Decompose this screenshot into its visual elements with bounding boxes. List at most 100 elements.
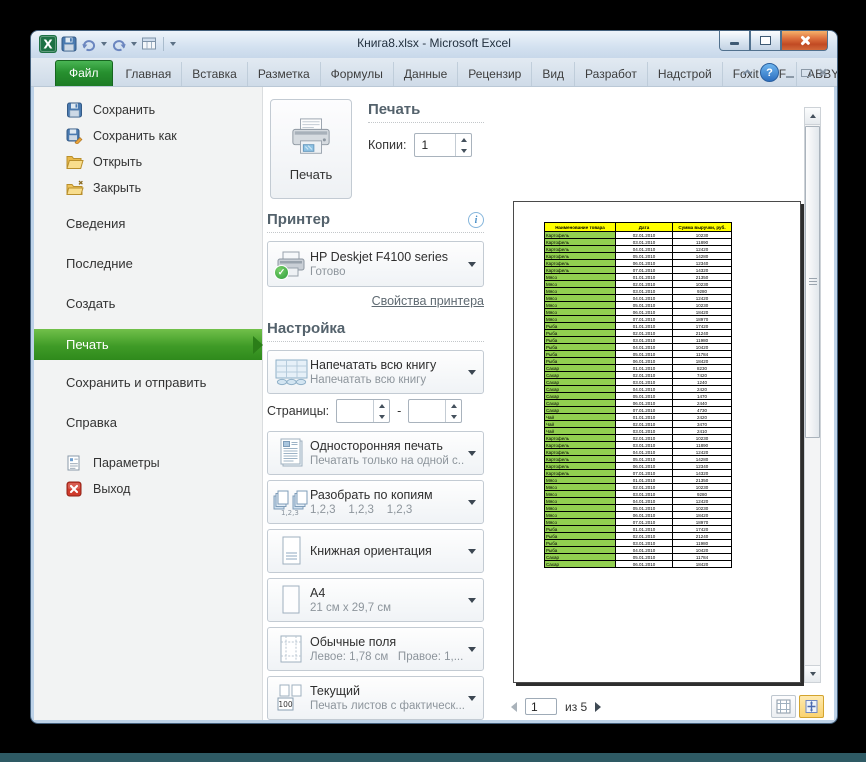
date-cell: 01.01.2010 [615,476,673,484]
printer-properties-link[interactable]: Свойства принтера [372,294,484,308]
sidebar-item-help[interactable]: Справка [34,405,262,440]
date-cell: 05.01.2010 [615,504,673,512]
amount-cell: 18420 [672,511,732,519]
info-icon[interactable]: i [468,212,484,228]
scrollbar-thumb[interactable] [805,126,820,438]
ribbon-tab-file[interactable]: Файл [55,60,113,86]
printer-name: HP Deskjet F4100 series [310,250,449,264]
zoom-to-page-button[interactable] [799,695,824,718]
scroll-up-button[interactable] [805,108,820,125]
ribbon-tab-layout[interactable]: Разметка [248,62,321,86]
print-button[interactable]: Печать [270,99,352,199]
ribbon-tab-view[interactable]: Вид [532,62,576,86]
minimize-icon [730,42,739,45]
copies-spinner[interactable] [455,134,471,156]
dropdown-title: Книжная ориентация [310,544,432,558]
amount-cell: 1470 [672,392,732,400]
table-row: Рыба 06.01.2010 18420 [544,357,732,365]
title-bar[interactable]: X Книга8.xlsx - Microsoft Excel [31,31,837,58]
table-row: Мясо 02.01.2010 10230 [544,280,732,288]
product-cell: Рыба [544,539,616,547]
page-count-label: из 5 [565,699,588,714]
dropdown-title: Обычные поля [310,635,397,649]
table-row: Мясо 04.01.2010 12420 [544,294,732,302]
amount-cell: 12340 [672,259,732,267]
pages-from-input[interactable] [336,399,391,423]
setting-dropdown-print-what[interactable]: Напечатать всю книгу Напечатать всю книгу [267,350,484,394]
amount-cell: 11980 [672,336,732,344]
chevron-down-icon [465,499,479,505]
product-cell: Рыба [544,336,616,344]
setting-dropdown-collate[interactable]: 1,2,3 Разобрать по копиям 1,2,3 1,2,3 1,2,… [267,480,484,524]
show-margins-button[interactable] [771,695,796,718]
product-cell: Рыба [544,343,616,351]
sidebar-item-print[interactable]: Печать [34,329,263,360]
product-cell: Сахар [544,378,616,386]
sidebar-item-save[interactable]: Сохранить [34,97,262,123]
ribbon-tab-formulas[interactable]: Формулы [321,62,394,86]
pages-from-spinner[interactable] [373,400,389,422]
next-page-icon[interactable] [595,701,602,712]
product-cell: Рыба [544,329,616,337]
setting-dropdown-margins[interactable]: Обычные поля Левое: 1,78 см Правое: 1,... [267,627,484,671]
table-row: Картофель 02.01.2010 10230 [544,231,732,239]
preview-scrollbar[interactable] [804,107,821,683]
amount-cell: 12420 [672,448,732,456]
doc-minimize-icon[interactable] [786,75,794,78]
ribbon-tab-insert[interactable]: Вставка [182,62,248,86]
restore-button[interactable] [750,31,781,51]
product-cell: Мясо [544,483,616,491]
setting-dropdown-scaling[interactable]: 100 Текущий Печать листов с фактическ... [267,676,484,720]
date-cell: 02.01.2010 [615,434,673,442]
sidebar-item-close[interactable]: Закрыть [34,175,262,201]
sidebar-item-exit[interactable]: Выход [34,476,262,502]
product-cell: Чай [544,427,616,435]
product-cell: Мясо [544,301,616,309]
sidebar-item-options[interactable]: Параметры [34,450,262,476]
preview-table-header: Дата [615,222,673,232]
ribbon-tab-addins[interactable]: Надстрой [648,62,723,86]
printer-select[interactable]: ✓ HP Deskjet F4100 series Готово [267,241,484,287]
date-cell: 03.01.2010 [615,539,673,547]
minimize-button[interactable] [719,31,750,51]
sidebar-item-save-as[interactable]: Сохранить как [34,123,262,149]
ribbon-tab-home[interactable]: Главная [116,62,183,86]
sidebar-item-open[interactable]: Открыть [34,149,262,175]
excel-window: X Книга8.xlsx - Microsoft Excel Файл Глав… [30,30,838,724]
preview-table-header: Наименование товара [544,222,616,232]
doc-restore-icon[interactable] [801,68,811,77]
table-row: Мясо 05.01.2010 10230 [544,504,732,512]
close-button[interactable] [781,31,828,51]
amount-cell: 18970 [672,518,732,526]
setting-dropdown-duplex[interactable]: Односторонняя печать Печатать только на о… [267,431,484,475]
amount-cell: 10230 [672,301,732,309]
ribbon-tab-developer[interactable]: Разработ [575,62,648,86]
pages-to-spinner[interactable] [445,400,461,422]
ribbon-tab-review[interactable]: Рецензир [458,62,533,86]
setting-dropdown-orientation[interactable]: Книжная ориентация [267,529,484,573]
product-cell: Мясо [544,504,616,512]
product-cell: Сахар [544,560,616,568]
help-icon[interactable]: ? [760,63,779,82]
scroll-down-button[interactable] [805,665,820,682]
chevron-down-icon [465,261,479,267]
date-cell: 02.01.2010 [615,371,673,379]
product-cell: Сахар [544,399,616,407]
collapse-ribbon-icon[interactable] [742,69,753,76]
copies-input[interactable]: 1 [414,133,473,157]
pages-to-input[interactable] [408,399,463,423]
chevron-down-icon [465,369,479,375]
sidebar-item-recent[interactable]: Последние [34,246,262,281]
sidebar-item-save-send[interactable]: Сохранить и отправить [34,365,262,400]
doc-close-icon[interactable] [818,68,827,77]
amount-cell: 11980 [672,539,732,547]
sidebar-item-new[interactable]: Создать [34,286,262,321]
table-row: Сахар 01.01.2010 8230 [544,364,732,372]
ribbon-tab-data[interactable]: Данные [394,62,459,86]
workbook-icon [272,359,310,386]
previous-page-icon[interactable] [511,701,517,712]
setting-dropdown-paper-size[interactable]: A4 21 см x 29,7 см [267,578,484,622]
sidebar-item-info[interactable]: Сведения [34,206,262,241]
product-cell: Мясо [544,490,616,498]
current-page-input[interactable]: 1 [525,698,557,715]
